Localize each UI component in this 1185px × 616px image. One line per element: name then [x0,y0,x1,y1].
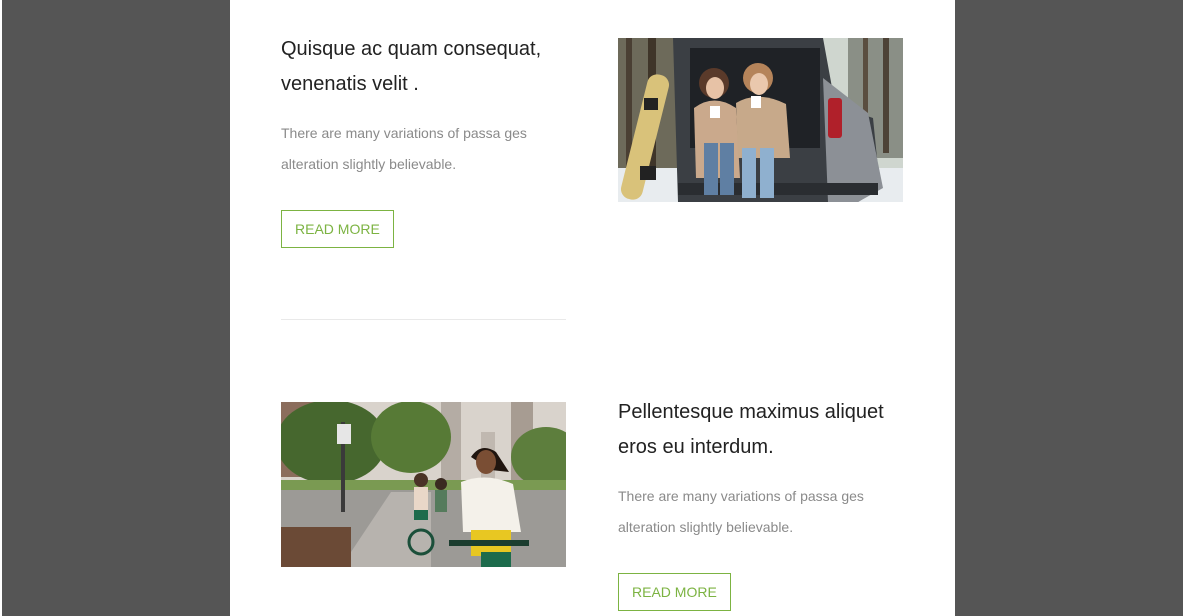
article-2-text: Pellentesque maximus aliquet eros eu int… [618,395,918,611]
article-1-description: There are many variations of passa ges a… [281,125,527,172]
two-women-in-car-trunk-image [618,38,903,202]
article-2-title: Pellentesque maximus aliquet eros eu int… [618,401,884,458]
page-backdrop: Quisque ac quam consequat, venenatis vel… [0,0,1185,616]
left-edge [0,0,2,616]
article-2-image[interactable] [281,402,566,567]
article-1-text: Quisque ac quam consequat, venenatis vel… [281,32,571,248]
email-content: Quisque ac quam consequat, venenatis vel… [230,0,955,616]
woman-riding-bicycle-image [281,402,566,567]
section-divider [281,319,566,320]
article-1-read-more-button[interactable]: READ MORE [281,210,394,248]
article-2-read-more-button[interactable]: READ MORE [618,573,731,611]
article-1-image[interactable] [618,38,903,202]
article-1-title: Quisque ac quam consequat, venenatis vel… [281,38,542,95]
article-2-description: There are many variations of passa ges a… [618,488,864,535]
